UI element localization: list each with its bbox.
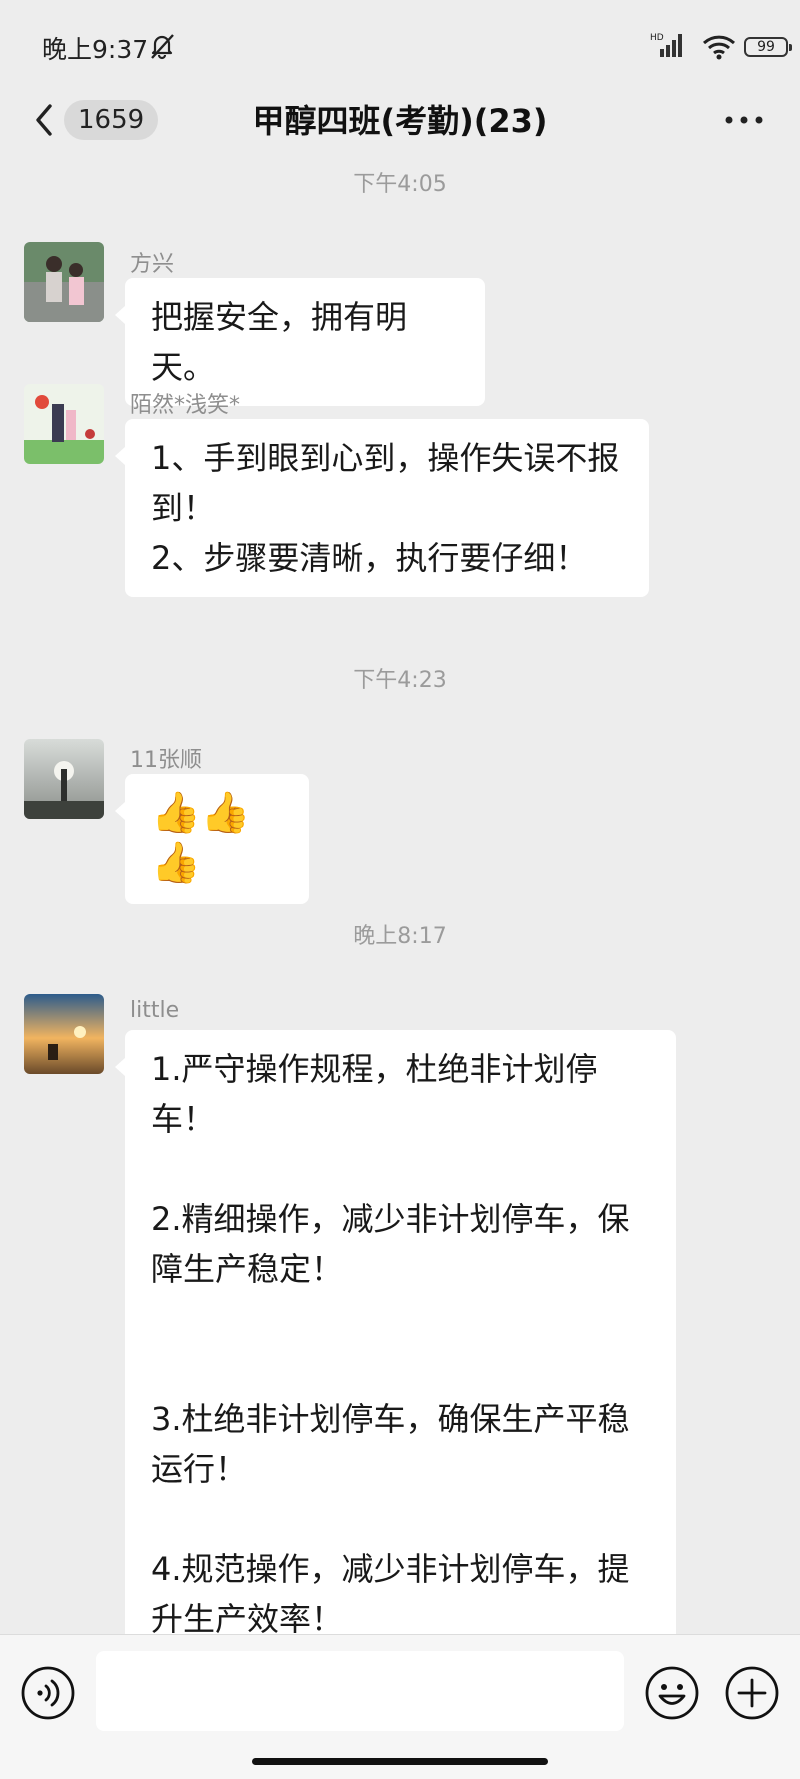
- unread-count-badge[interactable]: 1659: [64, 100, 159, 140]
- svg-text:HD: HD: [650, 33, 664, 43]
- timestamp: 晚上8:17: [353, 924, 447, 949]
- avatar[interactable]: [24, 384, 104, 464]
- message-text: 2、步骤要清晰，执行要仔细！: [151, 539, 588, 577]
- message-text: 运行！: [151, 1450, 248, 1488]
- signal-icon: HD: [650, 31, 690, 63]
- sender-name: 方兴: [130, 252, 175, 277]
- message-text: 2.精细操作，减少非计划停车，保: [151, 1200, 630, 1238]
- message-bubble[interactable]: 👍👍👍: [115, 774, 309, 904]
- more-icon[interactable]: [724, 112, 764, 132]
- message-bubble[interactable]: 1、手到眼到心到，操作失误不报 到！ 2、步骤要清晰，执行要仔细！: [115, 419, 649, 597]
- message-text: 1.严守操作规程，杜绝非计划停车！: [151, 1050, 598, 1138]
- message-text: 3.杜绝非计划停车，确保生产平稳: [151, 1400, 630, 1438]
- sender-name: little: [130, 998, 180, 1023]
- sender-name: 陌然*浅笑*: [130, 393, 241, 418]
- battery-icon: 99: [744, 37, 792, 57]
- home-indicator[interactable]: [252, 1758, 548, 1765]
- wifi-icon: [702, 33, 736, 65]
- status-bar: 晚上9:37 HD 99: [0, 0, 800, 92]
- message-text: [151, 1144, 650, 1194]
- timestamp: 下午4:05: [353, 172, 447, 197]
- message-text: [151, 1494, 650, 1544]
- message-text: [151, 1344, 650, 1394]
- back-icon[interactable]: [30, 100, 58, 144]
- message-input[interactable]: [96, 1651, 624, 1731]
- avatar[interactable]: [24, 242, 104, 322]
- message-text: 障生产稳定！: [151, 1250, 344, 1288]
- status-time: 晚上9:37: [42, 35, 149, 64]
- message-bubble[interactable]: 1.严守操作规程，杜绝非计划停车！ 2.精细操作，减少非计划停车，保 障生产稳定…: [115, 1030, 676, 1658]
- avatar[interactable]: [24, 739, 104, 819]
- message-text: 把握安全，拥有明天。: [151, 298, 408, 386]
- timestamp: 下午4:23: [353, 668, 447, 693]
- message-text: 4.规范操作，减少非计划停车，提: [151, 1550, 630, 1588]
- message-text: 到！: [151, 489, 216, 527]
- message-text: [151, 1294, 650, 1344]
- message-text: 👍👍👍: [151, 790, 251, 886]
- plus-icon[interactable]: [724, 1665, 780, 1725]
- message-text: 1、手到眼到心到，操作失误不报: [151, 439, 620, 477]
- sender-name: 11张顺: [130, 748, 202, 773]
- emoji-icon[interactable]: [644, 1665, 700, 1725]
- bell-muted-icon: [148, 32, 176, 64]
- avatar[interactable]: [24, 994, 104, 1074]
- voice-input-icon[interactable]: [20, 1665, 76, 1725]
